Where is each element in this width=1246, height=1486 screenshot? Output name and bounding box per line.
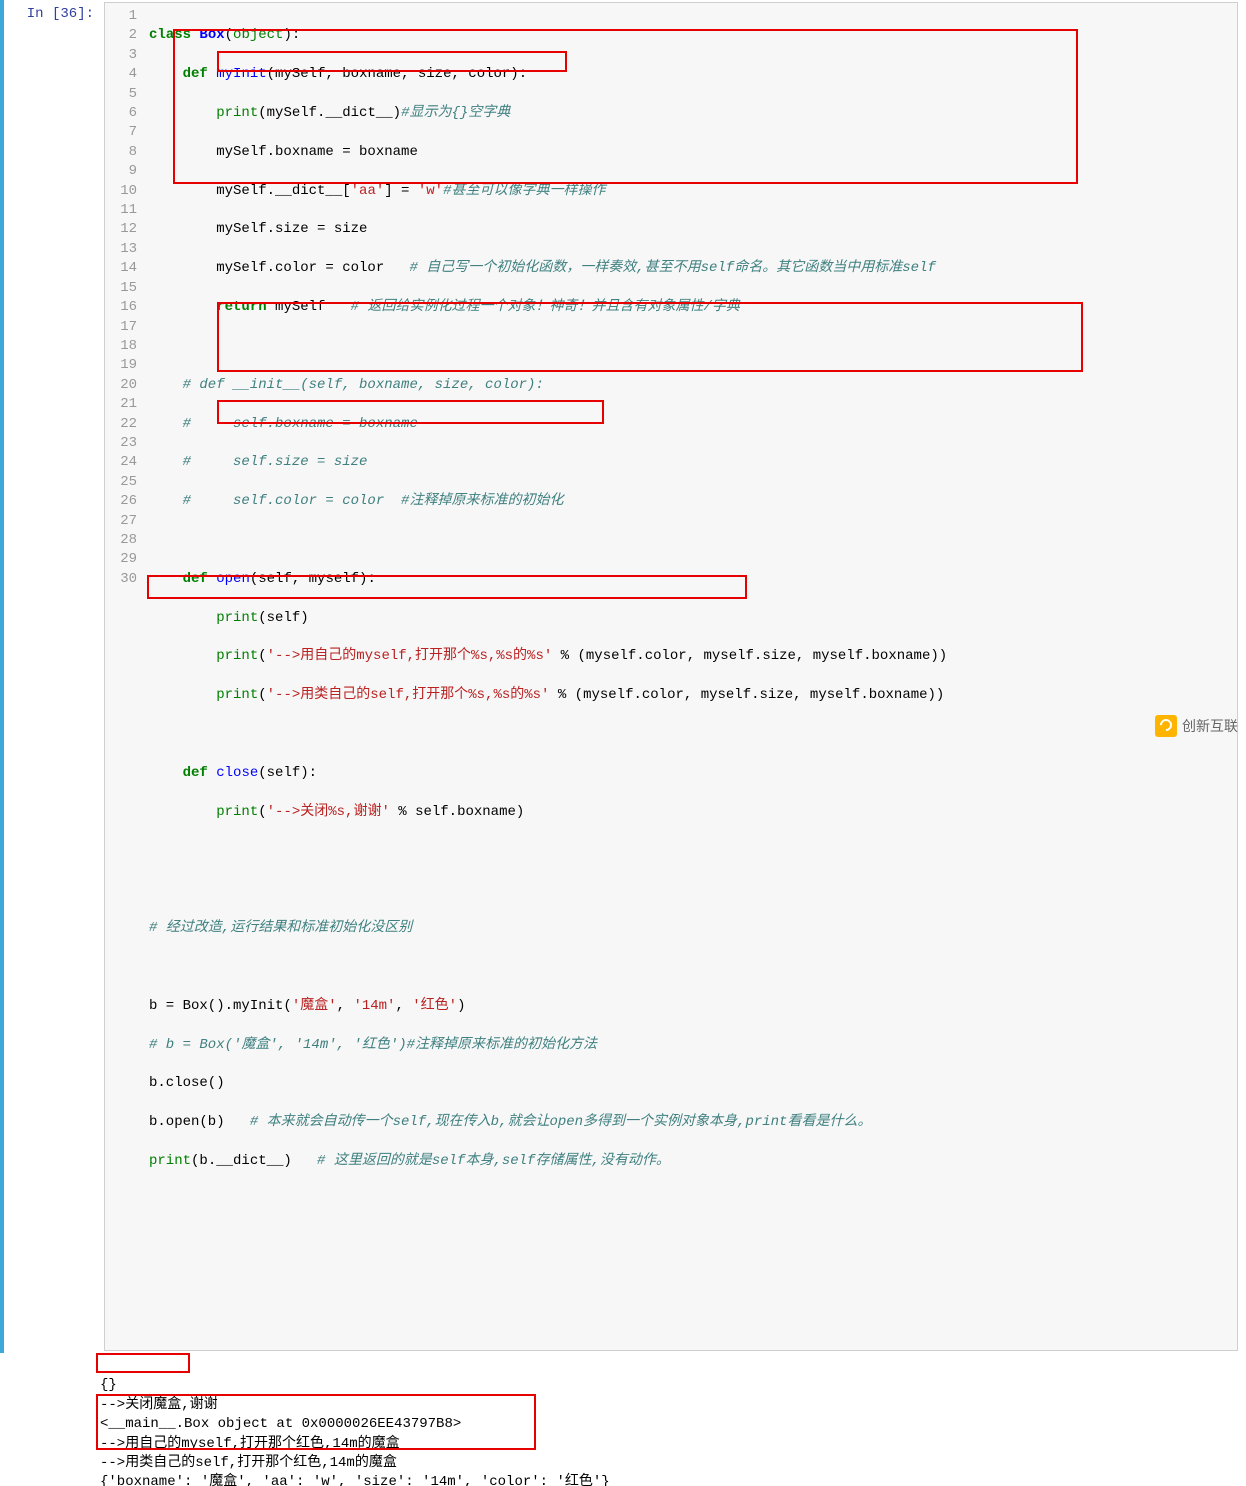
code-editor[interactable]: 12345 678910 1112131415 1617181920 21222… [104, 2, 1238, 1351]
code-line[interactable] [149, 337, 1229, 356]
code-line[interactable]: # b = Box('魔盒', '14m', '红色')#注释掉原来标准的初始化… [149, 1036, 1229, 1055]
code-line[interactable]: b.open(b) # 本来就会自动传一个self,现在传入b,就会让open多… [149, 1113, 1229, 1132]
input-prompt: In [36]: [4, 0, 104, 1353]
output-line: <__main__.Box object at 0x0000026EE43797… [100, 1416, 461, 1432]
code-line[interactable]: b = Box().myInit('魔盒', '14m', '红色') [149, 997, 1229, 1016]
code-line[interactable]: print(mySelf.__dict__)#显示为{}空字典 [149, 104, 1229, 123]
code-line[interactable]: b.close() [149, 1074, 1229, 1093]
code-line[interactable]: mySelf.boxname = boxname [149, 143, 1229, 162]
output-line: {'boxname': '魔盒', 'aa': 'w', 'size': '14… [100, 1474, 610, 1486]
code-line[interactable]: # self.color = color #注释掉原来标准的初始化 [149, 492, 1229, 511]
watermark: 创新互联 [1155, 715, 1238, 737]
code-line[interactable]: # 经过改造,运行结果和标准初始化没区别 [149, 919, 1229, 938]
line-gutter: 12345 678910 1112131415 1617181920 21222… [105, 7, 149, 1346]
annotation-box [96, 1353, 190, 1373]
code-line[interactable]: print(self) [149, 609, 1229, 628]
cell-output: {} -->关闭魔盒,谢谢 <__main__.Box object at 0x… [0, 1353, 1246, 1486]
output-line: -->用类自己的self,打开那个红色,14m的魔盒 [100, 1455, 397, 1471]
code-line[interactable]: # self.boxname = boxname [149, 415, 1229, 434]
watermark-icon [1155, 715, 1177, 737]
notebook-cell: In [36]: 12345 678910 1112131415 1617181… [0, 0, 1246, 1353]
code-line[interactable]: def close(self): [149, 764, 1229, 783]
code-content[interactable]: class Box(object): def myInit(mySelf, bo… [149, 7, 1229, 1346]
output-line: -->用自己的myself,打开那个红色,14m的魔盒 [100, 1436, 400, 1452]
code-line[interactable]: return mySelf # 返回给实例化过程一个对象！神奇！并且含有对象属性… [149, 298, 1229, 317]
code-line[interactable] [149, 725, 1229, 744]
code-line[interactable]: # def __init__(self, boxname, size, colo… [149, 376, 1229, 395]
code-line[interactable]: print(b.__dict__) # 这里返回的就是self本身,self存储… [149, 1152, 1229, 1171]
code-line[interactable]: def open(self, myself): [149, 570, 1229, 589]
output-line: {} [100, 1377, 117, 1393]
code-line[interactable]: # self.size = size [149, 453, 1229, 472]
code-line[interactable]: mySelf.size = size [149, 220, 1229, 239]
code-line[interactable]: def myInit(mySelf, boxname, size, color)… [149, 65, 1229, 84]
code-line[interactable] [149, 531, 1229, 550]
watermark-text: 创新互联 [1182, 716, 1238, 736]
code-line[interactable] [149, 958, 1229, 977]
code-line[interactable] [149, 841, 1229, 860]
code-line[interactable]: class Box(object): [149, 26, 1229, 45]
output-line: -->关闭魔盒,谢谢 [100, 1397, 218, 1413]
code-line[interactable]: mySelf.__dict__['aa'] = 'w'#甚至可以像字典一样操作 [149, 182, 1229, 201]
code-line[interactable]: mySelf.color = color # 自己写一个初始化函数，一样奏效,甚… [149, 259, 1229, 278]
code-line[interactable]: print('-->用类自己的self,打开那个%s,%s的%s' % (mys… [149, 686, 1229, 705]
code-line[interactable] [149, 880, 1229, 899]
code-line[interactable]: print('-->关闭%s,谢谢' % self.boxname) [149, 803, 1229, 822]
code-line[interactable]: print('-->用自己的myself,打开那个%s,%s的%s' % (my… [149, 647, 1229, 666]
